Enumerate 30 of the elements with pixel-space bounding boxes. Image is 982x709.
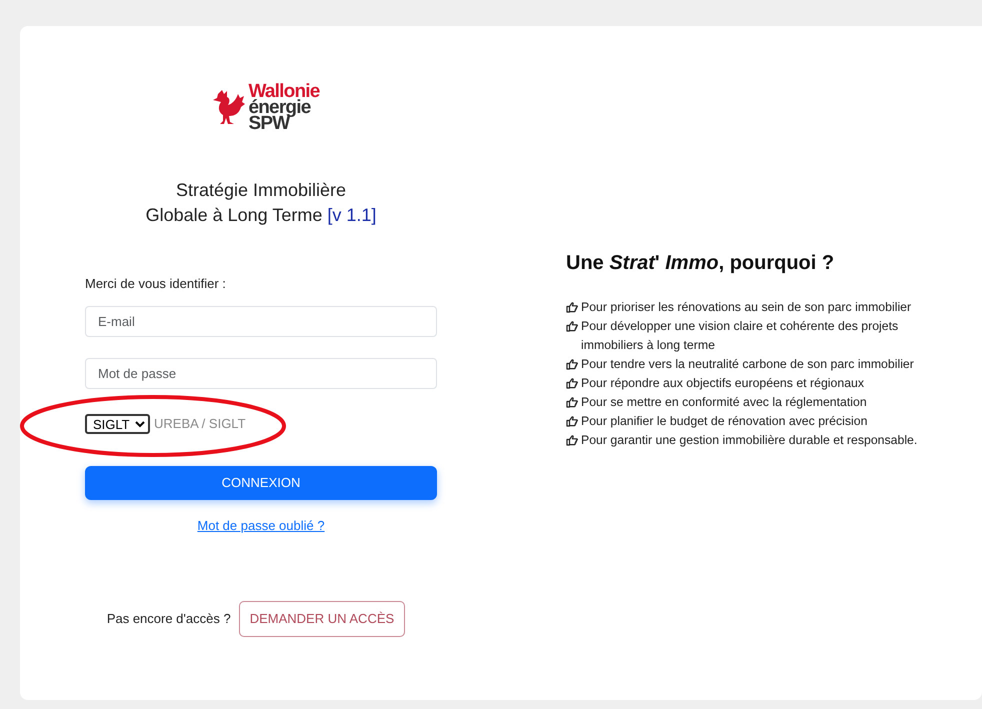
reason-text: Pour se mettre en conformité avec la réglementation <box>581 394 867 411</box>
page-title: Globale à Long Terme <box>146 205 322 226</box>
select-hint: UREBA / SIGLT <box>154 415 246 434</box>
hand-pointing-icon <box>566 359 578 370</box>
hand-pointing-icon <box>566 302 578 313</box>
reason-text: Pour prioriser les rénovations au sein de son parc immobilier <box>581 299 912 316</box>
system-select[interactable]: SIGLT <box>85 414 150 434</box>
forgot-password-link[interactable]: Mot de passe oublié ? <box>197 516 325 536</box>
hand-pointing-icon <box>566 435 578 446</box>
reason-text: Pour garantir une gestion immobilière durable et responsable. <box>581 432 918 449</box>
request-access-button[interactable]: DEMANDER UN ACCÈS <box>238 601 406 637</box>
login-button[interactable]: CONNEXION <box>85 466 437 500</box>
reason-text: Pour tendre vers la neutralité carbone de son parc immobilier <box>581 356 914 373</box>
reason-text: Pour répondre aux objectifs européens et régionaux <box>581 375 864 392</box>
reason-text: Pour développer une vision claire et cohérente des projets immobiliers à long terme <box>581 318 900 354</box>
reasons-heading: Une Strat' Immo, pourquoi ? <box>566 251 836 276</box>
logo-text: Wallonie <box>248 84 320 100</box>
no-access-label: Pas encore d'accès ? <box>106 610 231 628</box>
password-field[interactable]: Mot de passe <box>85 358 437 389</box>
hand-pointing-icon <box>566 321 578 332</box>
email-field[interactable]: E-mail <box>85 306 437 337</box>
login-prompt: Merci de vous identifier : <box>85 275 227 294</box>
hand-pointing-icon <box>566 397 578 408</box>
logo-text: SPW <box>248 116 290 132</box>
reason-text: Pour planifier le budget de rénovation avec précision <box>581 413 868 430</box>
logo-text: énergie <box>248 100 311 116</box>
hand-pointing-icon <box>566 378 578 389</box>
version-label: [v 1.1] <box>327 205 376 226</box>
page-title: Stratégie Immobilière <box>176 180 346 200</box>
hand-pointing-icon <box>566 416 578 427</box>
